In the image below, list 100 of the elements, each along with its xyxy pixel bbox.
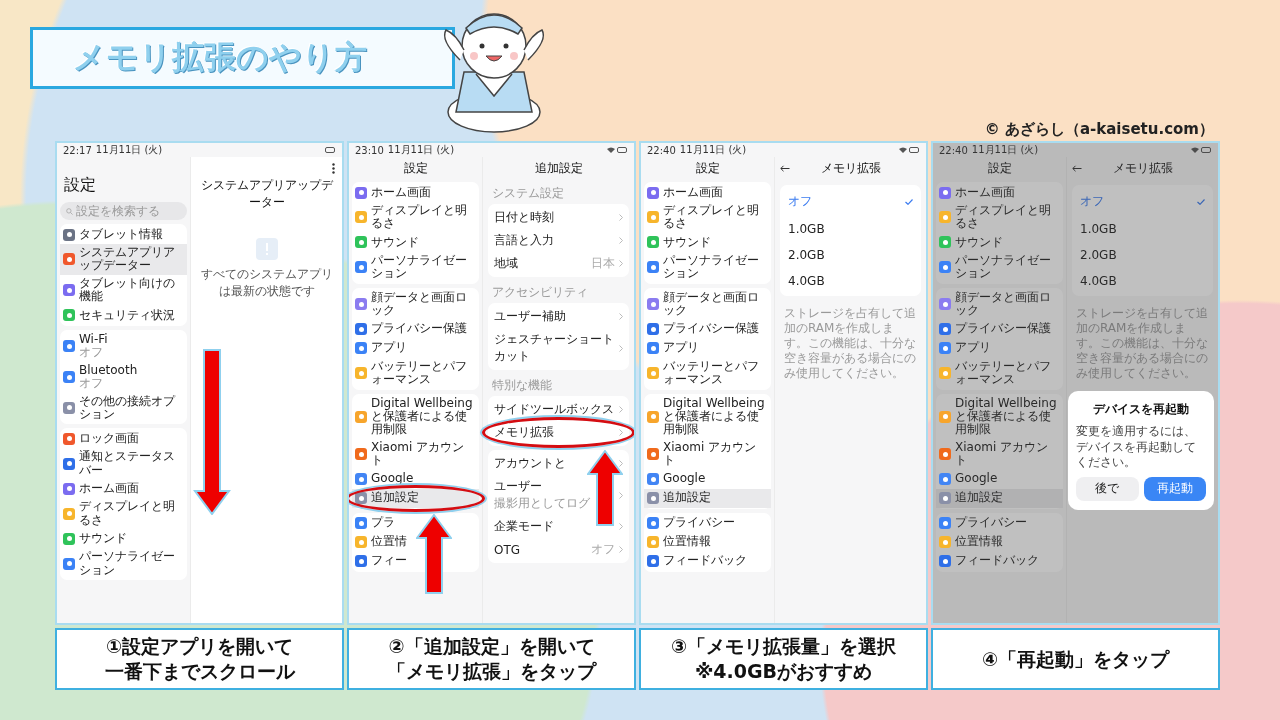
settings-item[interactable]: バッテリーとパフォーマンス: [936, 357, 1063, 389]
settings-item[interactable]: 通知とステータスバー: [60, 448, 187, 480]
settings-item[interactable]: 地域 日本: [488, 252, 629, 275]
settings-item[interactable]: ホーム画面: [352, 183, 479, 202]
settings-item[interactable]: ロック画面: [60, 429, 187, 449]
settings-item[interactable]: ディスプレイと明るさ: [936, 202, 1063, 233]
dialog-button[interactable]: 再起動: [1143, 476, 1206, 501]
settings-item[interactable]: セキュリティ状況: [60, 305, 187, 325]
settings-item[interactable]: サウンド: [644, 232, 771, 252]
settings-item[interactable]: Google: [644, 469, 771, 489]
settings-item[interactable]: フィードバック: [936, 551, 1063, 571]
caption-text: ③「メモリ拡張量」を選択: [670, 634, 897, 659]
option-item[interactable]: 4.0GB: [1072, 268, 1213, 294]
option-item[interactable]: 2.0GB: [1072, 242, 1213, 268]
description-text: ストレージを占有して追加のRAMを作成します。この機能は、十分な空き容量がある場合にのみ使用してください。: [783, 305, 917, 382]
settings-item[interactable]: 顔データと画面ロック: [936, 288, 1063, 320]
option-item[interactable]: 1.0GB: [1072, 216, 1213, 242]
settings-item[interactable]: 追加設定: [644, 488, 771, 508]
chevron-icon: [619, 214, 623, 221]
page-heading: メモリ拡張のやり方: [73, 37, 367, 78]
settings-item[interactable]: パーソナライゼーション: [352, 251, 479, 283]
settings-item[interactable]: バッテリーとパフォーマンス: [644, 357, 771, 389]
settings-item[interactable]: 言語と入力: [488, 229, 629, 252]
more-menu-icon[interactable]: [332, 163, 335, 174]
settings-item[interactable]: ホーム画面: [936, 183, 1063, 202]
settings-item[interactable]: 位置情: [352, 532, 479, 552]
settings-item[interactable]: フィー: [352, 551, 479, 571]
chevron-icon: [619, 344, 623, 352]
settings-item[interactable]: ディスプレイと明るさ: [60, 498, 187, 530]
page-title: 追加設定: [533, 160, 584, 177]
settings-item[interactable]: Google: [936, 469, 1063, 489]
settings-item[interactable]: サウンド: [352, 232, 479, 252]
page-title: 設定: [64, 175, 97, 196]
settings-item[interactable]: Xiaomi アカウント: [936, 438, 1063, 470]
settings-item[interactable]: プライバシー保護: [352, 319, 479, 339]
settings-item[interactable]: OTG オフ: [488, 538, 629, 561]
status-date: 11月11日 (火): [387, 143, 455, 157]
caption-text: ※4.0GBがおすすめ: [694, 659, 873, 684]
page-title: メモリ拡張: [1111, 160, 1174, 177]
settings-item[interactable]: システムアプリアップデーター: [60, 244, 187, 275]
option-item[interactable]: オフ: [780, 187, 921, 216]
settings-item[interactable]: アカウントと: [488, 452, 629, 475]
chevron-icon: [619, 237, 623, 244]
settings-item[interactable]: サイドツールボックス: [488, 398, 629, 421]
settings-item[interactable]: ホーム画面: [60, 479, 187, 499]
settings-item[interactable]: Wi-Fi オフ: [60, 330, 187, 362]
settings-item[interactable]: その他の接続オプション: [60, 392, 187, 424]
settings-item[interactable]: 位置情報: [936, 532, 1063, 552]
settings-item[interactable]: 追加設定: [936, 488, 1063, 508]
dialog-message: 変更を適用するには、デバイスを再起動してください。: [1076, 424, 1197, 471]
dialog-button[interactable]: 後で: [1076, 476, 1139, 501]
caption-text: ①設定アプリを開いて: [105, 634, 294, 659]
settings-item[interactable]: アプリ: [936, 338, 1063, 358]
settings-item[interactable]: アプリ: [352, 338, 479, 358]
settings-item[interactable]: ジェスチャーショートカット: [488, 328, 629, 368]
settings-item[interactable]: パーソナライゼーション: [60, 548, 187, 579]
settings-item[interactable]: ディスプレイと明るさ: [352, 202, 479, 233]
chevron-icon: [619, 406, 623, 413]
back-arrow-icon[interactable]: [780, 165, 790, 172]
settings-item[interactable]: 日付と時刻: [488, 206, 629, 229]
page-title: 設定: [694, 160, 721, 177]
settings-item[interactable]: タブレット情報: [60, 225, 187, 244]
option-item[interactable]: 2.0GB: [780, 242, 921, 268]
settings-item[interactable]: ホーム画面: [644, 183, 771, 202]
status-date: 11月11日 (火): [971, 143, 1039, 157]
settings-item[interactable]: パーソナライゼーション: [644, 251, 771, 283]
settings-item[interactable]: サウンド: [936, 232, 1063, 252]
settings-item[interactable]: Bluetooth オフ: [60, 361, 187, 393]
settings-item[interactable]: 顔データと画面ロック: [352, 288, 479, 320]
settings-item[interactable]: Google: [352, 469, 479, 489]
settings-item[interactable]: 追加設定: [352, 488, 479, 508]
settings-item[interactable]: アプリ: [644, 338, 771, 358]
chevron-icon: [619, 523, 623, 530]
settings-item[interactable]: Digital Wellbeing と保護者による使用制限: [644, 394, 771, 439]
settings-item[interactable]: 顔データと画面ロック: [644, 288, 771, 320]
settings-item[interactable]: プライバシー: [644, 513, 771, 533]
settings-item[interactable]: Digital Wellbeing と保護者による使用制限: [352, 394, 479, 439]
check-icon: [905, 198, 913, 205]
settings-item[interactable]: プラ: [352, 513, 479, 533]
settings-item[interactable]: プライバシー保護: [644, 319, 771, 339]
status-message: すべてのシステムアプリは最新の状態です: [199, 266, 334, 300]
settings-item[interactable]: フィードバック: [644, 551, 771, 571]
settings-item[interactable]: ディスプレイと明るさ: [644, 202, 771, 233]
settings-item[interactable]: タブレット向けの機能: [60, 274, 187, 306]
settings-item[interactable]: メモリ拡張: [488, 421, 629, 444]
option-item[interactable]: 4.0GB: [780, 268, 921, 294]
settings-item[interactable]: パーソナライゼーション: [936, 251, 1063, 283]
settings-item[interactable]: ユーザー補助: [488, 305, 629, 328]
settings-item[interactable]: 位置情報: [644, 532, 771, 552]
settings-item[interactable]: プライバシー: [936, 513, 1063, 533]
settings-item[interactable]: Xiaomi アカウント: [352, 438, 479, 470]
settings-item[interactable]: サウンド: [60, 529, 187, 549]
settings-item[interactable]: ユーザー 撮影用としてログ: [488, 475, 629, 515]
settings-item[interactable]: バッテリーとパフォーマンス: [352, 357, 479, 389]
settings-item[interactable]: Digital Wellbeing と保護者による使用制限: [936, 394, 1063, 439]
settings-item[interactable]: プライバシー保護: [936, 319, 1063, 339]
settings-item[interactable]: Xiaomi アカウント: [644, 438, 771, 470]
option-item[interactable]: 1.0GB: [780, 216, 921, 242]
settings-item[interactable]: 企業モード: [488, 515, 629, 538]
back-arrow-icon[interactable]: [1072, 165, 1082, 172]
